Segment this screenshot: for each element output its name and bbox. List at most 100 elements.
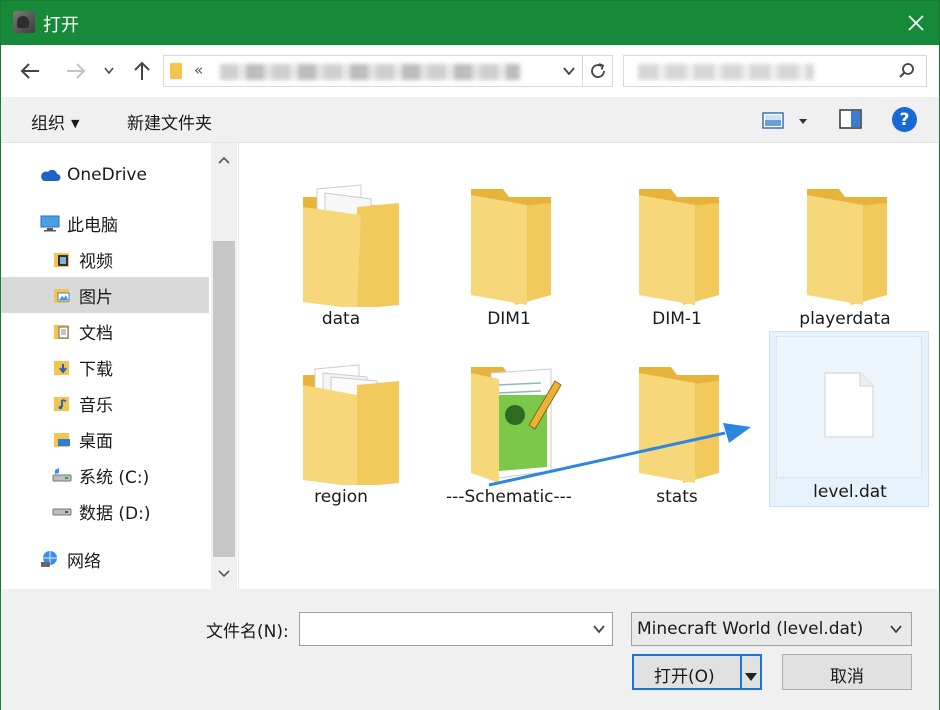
back-button[interactable]: [17, 57, 43, 85]
split-divider: [740, 656, 742, 688]
change-view-button[interactable]: [761, 111, 813, 131]
new-folder-button[interactable]: 新建文件夹: [127, 109, 212, 134]
forward-button[interactable]: [63, 57, 89, 85]
cancel-button[interactable]: 取消: [782, 654, 912, 690]
downloads-folder-icon: [51, 358, 73, 376]
search-icon: [899, 63, 914, 78]
cloud-icon: [39, 166, 61, 184]
arrow-up-icon: [134, 61, 150, 80]
close-button[interactable]: [893, 1, 939, 45]
folder-item-data[interactable]: data: [261, 153, 421, 329]
chevron-down-icon: [593, 625, 605, 634]
organize-menu[interactable]: 组织 ▼: [31, 109, 79, 134]
sidebar-item-videos[interactable]: 视频: [1, 241, 209, 277]
preview-pane-icon: [839, 109, 862, 129]
caret-down-icon: ▼: [71, 117, 80, 130]
sidebar-item-desktop[interactable]: 桌面: [1, 421, 209, 457]
sidebar-item-downloads[interactable]: 下载: [1, 349, 209, 385]
preview-pane-button[interactable]: [839, 109, 863, 131]
computer-icon: [39, 214, 61, 232]
scroll-up-button[interactable]: [211, 147, 237, 173]
close-icon: [908, 15, 924, 31]
folder-item-playerdata[interactable]: playerdata: [765, 153, 925, 329]
help-button[interactable]: ?: [892, 107, 917, 132]
file-list: data DIM1 DIM-1 playerdata region ---Sch…: [239, 143, 939, 589]
command-toolbar: 组织 ▼ 新建文件夹 ?: [1, 97, 939, 143]
blurred-search-placeholder: [638, 64, 814, 80]
file-item-level-dat[interactable]: level.dat: [769, 331, 929, 507]
chevron-down-icon: [104, 67, 114, 75]
file-name: level.dat: [813, 482, 887, 502]
refresh-button[interactable]: [583, 55, 613, 87]
open-file-dialog: 打开 « 组织 ▼ 新建文件夹 ? OneDrive 此电脑 视频 图片 文档 …: [0, 0, 940, 710]
filename-input[interactable]: [299, 612, 613, 646]
folder-icon: [807, 189, 887, 305]
sidebar-item-onedrive[interactable]: OneDrive: [1, 157, 209, 193]
cancel-button-label: 取消: [830, 667, 864, 687]
sidebar-item-music[interactable]: 音乐: [1, 385, 209, 421]
refresh-icon: [590, 63, 605, 78]
sidebar-item-label: 文档: [79, 323, 113, 344]
window-title: 打开: [43, 15, 79, 36]
recent-locations-button[interactable]: [99, 57, 119, 85]
blurred-path: [220, 64, 520, 80]
search-input[interactable]: [623, 55, 927, 87]
blank-file-icon: [824, 372, 874, 438]
open-button-label: 打开(O): [654, 667, 715, 687]
dialog-footer: 文件名(N): Minecraft World (level.dat) 打开(O…: [1, 589, 939, 710]
file-type-select[interactable]: Minecraft World (level.dat): [631, 612, 912, 646]
sidebar-item-label: 下载: [79, 359, 113, 380]
documents-folder-icon: [51, 322, 73, 340]
music-folder-icon: [51, 394, 73, 412]
file-name: playerdata: [799, 309, 891, 329]
sidebar-scrollbar[interactable]: [211, 143, 237, 589]
title-bar: 打开: [1, 1, 939, 45]
filename-label: 文件名(N):: [206, 622, 289, 642]
address-bar[interactable]: «: [163, 55, 583, 87]
sidebar-item-label: OneDrive: [67, 165, 147, 185]
folder-item-dim1[interactable]: DIM1: [429, 153, 589, 329]
sidebar-item-label: 桌面: [79, 431, 113, 452]
open-options-dropdown[interactable]: [744, 667, 758, 687]
network-icon: [39, 550, 61, 568]
up-button[interactable]: [129, 57, 155, 85]
file-type-value: Minecraft World (level.dat): [637, 619, 864, 639]
sidebar-item-label: 此电脑: [67, 215, 118, 236]
drive-d-icon: [51, 502, 73, 520]
chevron-down-icon: [218, 570, 230, 578]
file-name: stats: [656, 487, 698, 507]
sidebar-item-drive-d[interactable]: 数据 (D:): [1, 493, 209, 529]
view-icon: [762, 112, 807, 129]
annotation-arrow: [488, 423, 751, 487]
sidebar-item-pictures[interactable]: 图片: [1, 277, 209, 313]
scroll-thumb[interactable]: [213, 241, 235, 557]
sidebar-item-documents[interactable]: 文档: [1, 313, 209, 349]
sidebar-item-label: 数据 (D:): [79, 503, 151, 524]
folder-icon: [471, 189, 551, 305]
chevron-down-icon: [563, 67, 575, 76]
drive-c-icon: [51, 466, 73, 484]
filename-dropdown[interactable]: [592, 621, 606, 641]
sidebar-item-network[interactable]: 网络: [1, 541, 209, 577]
desktop-folder-icon: [51, 430, 73, 448]
sidebar-item-drive-c[interactable]: 系统 (C:): [1, 457, 209, 493]
folder-icon: [170, 63, 182, 79]
app-icon: [13, 11, 35, 33]
chevron-down-icon: [890, 625, 902, 634]
sidebar-item-label: 网络: [67, 551, 101, 572]
sidebar-item-this-pc[interactable]: 此电脑: [1, 205, 209, 241]
chevron-up-icon: [218, 156, 230, 164]
organize-label: 组织: [31, 114, 65, 134]
navigation-pane: OneDrive 此电脑 视频 图片 文档 下载 音乐 桌面 系统 (C:) 数…: [1, 143, 239, 589]
scroll-down-button[interactable]: [211, 561, 237, 587]
sidebar-item-label: 图片: [79, 287, 113, 308]
arrow-left-icon: [20, 63, 39, 79]
sidebar-item-label: 音乐: [79, 395, 113, 416]
address-dropdown[interactable]: [562, 63, 576, 83]
folder-item-dim-minus-1[interactable]: DIM-1: [597, 153, 757, 329]
search-button[interactable]: [898, 62, 916, 85]
folder-item-region[interactable]: region: [261, 331, 421, 507]
file-type-dropdown[interactable]: [889, 621, 903, 641]
breadcrumb-overflow[interactable]: «: [194, 61, 203, 79]
open-button[interactable]: 打开(O): [632, 654, 762, 690]
